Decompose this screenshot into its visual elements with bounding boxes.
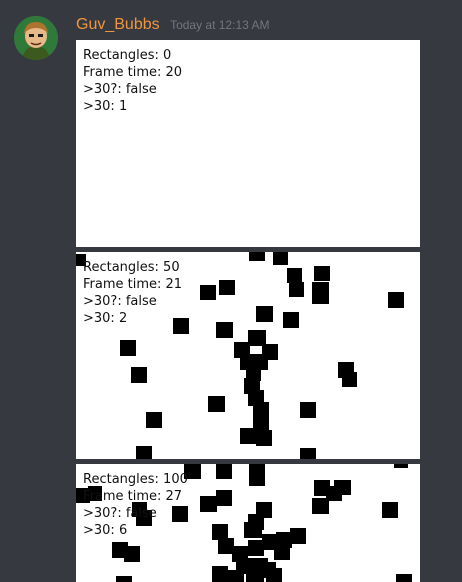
- demo-rectangle: [290, 528, 306, 544]
- demo-rectangle: [200, 496, 217, 512]
- demo-rectangle: [312, 498, 329, 514]
- attachment-image-1[interactable]: Rectangles: 0 Frame time: 20 >30?: false…: [76, 40, 420, 247]
- over30-flag: >30?: false: [83, 82, 157, 97]
- rectangles-count: Rectangles: 0: [83, 48, 172, 63]
- demo-rectangle: [249, 252, 265, 261]
- stats-overlay: Rectangles: 50 Frame time: 21 >30?: fals…: [83, 259, 182, 327]
- demo-rectangle: [219, 280, 235, 295]
- over30-flag: >30?: false: [83, 506, 157, 521]
- demo-rectangle: [216, 464, 232, 479]
- demo-rectangle: [273, 252, 288, 265]
- username[interactable]: Guv_Bubbs: [76, 16, 160, 33]
- over30-count: >30: 6: [83, 523, 128, 538]
- demo-rectangle: [388, 292, 404, 308]
- frame-time: Frame time: 27: [83, 489, 183, 504]
- avatar-portrait-icon: [14, 16, 58, 60]
- attachment-image-2[interactable]: Rectangles: 50 Frame time: 21 >30?: fals…: [76, 252, 420, 459]
- message-header: Guv_Bubbs Today at 12:13 AM: [76, 16, 269, 34]
- over30-count: >30: 2: [83, 311, 128, 326]
- demo-rectangle: [266, 568, 282, 582]
- demo-rectangle: [212, 566, 228, 582]
- demo-rectangle: [244, 522, 262, 538]
- demo-rectangle: [124, 546, 140, 562]
- demo-rectangle: [146, 412, 162, 428]
- demo-rectangle: [314, 266, 330, 281]
- demo-rectangle: [131, 367, 147, 383]
- demo-rectangle: [216, 322, 233, 338]
- demo-rectangle: [240, 428, 256, 444]
- demo-rectangle: [256, 306, 273, 322]
- demo-rectangle: [246, 572, 264, 582]
- rectangles-count: Rectangles: 50: [83, 260, 180, 275]
- demo-rectangle: [216, 490, 232, 506]
- over30-flag: >30?: false: [83, 294, 157, 309]
- demo-rectangle: [208, 396, 225, 412]
- demo-rectangle: [249, 464, 265, 486]
- demo-rectangle: [136, 446, 152, 459]
- demo-rectangle: [289, 282, 304, 297]
- user-avatar[interactable]: [14, 16, 58, 60]
- rectangles-count: Rectangles: 100: [83, 472, 188, 487]
- demo-rectangle: [283, 312, 299, 328]
- demo-rectangle: [394, 464, 408, 468]
- demo-rectangle: [274, 544, 290, 560]
- timestamp: Today at 12:13 AM: [170, 18, 270, 32]
- demo-rectangle: [248, 540, 264, 556]
- demo-rectangle: [287, 268, 302, 283]
- demo-rectangle: [300, 402, 316, 418]
- frame-time: Frame time: 20: [83, 65, 183, 80]
- demo-rectangle: [396, 574, 412, 582]
- over30-count: >30: 1: [83, 99, 128, 114]
- frame-time: Frame time: 21: [83, 277, 183, 292]
- demo-rectangle: [382, 502, 398, 518]
- stats-overlay: Rectangles: 100 Frame time: 27 >30?: fal…: [83, 471, 188, 539]
- demo-rectangle: [300, 448, 316, 459]
- stats-overlay: Rectangles: 0 Frame time: 20 >30?: false…: [83, 47, 182, 115]
- demo-rectangle: [342, 372, 357, 387]
- attachment-image-3[interactable]: Rectangles: 100 Frame time: 27 >30?: fal…: [76, 464, 420, 582]
- demo-rectangle: [200, 285, 216, 300]
- demo-rectangle: [312, 282, 329, 304]
- demo-rectangle: [228, 570, 244, 582]
- demo-rectangle: [256, 430, 272, 446]
- demo-rectangle: [120, 340, 136, 356]
- demo-rectangle: [116, 576, 132, 582]
